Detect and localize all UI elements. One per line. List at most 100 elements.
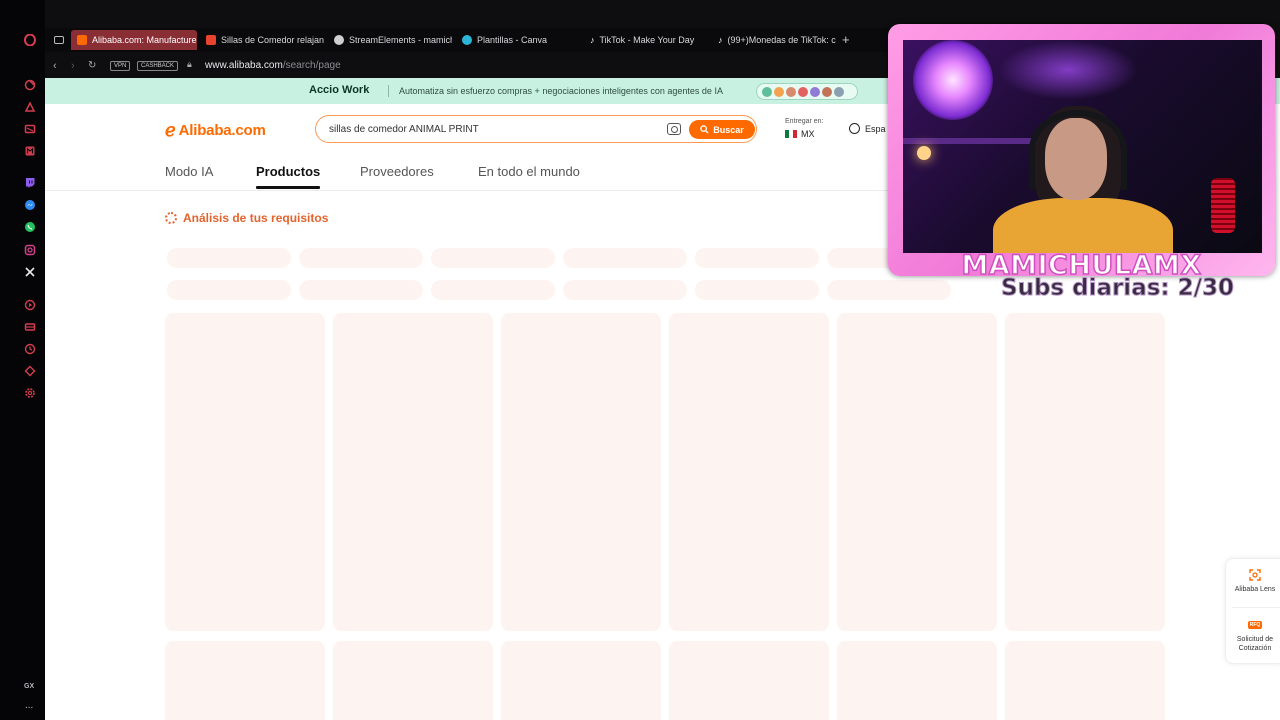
agent-avatar-icon <box>810 86 820 97</box>
microphone-decor <box>1211 178 1235 233</box>
tab-label: (99+)Monedas de TikTok: c <box>727 35 836 45</box>
instagram-icon[interactable] <box>23 243 37 257</box>
tab-label: Sillas de Comedor relajante <box>221 35 324 45</box>
agent-avatars[interactable] <box>756 83 858 100</box>
tab-proveedores[interactable]: Proveedores <box>360 164 434 179</box>
alibaba-favicon-icon <box>77 35 87 45</box>
player-play-icon[interactable] <box>23 298 37 312</box>
tab-tiktok[interactable]: ♪ TikTok - Make Your Day <box>584 30 708 50</box>
forward-icon[interactable]: › <box>71 60 75 72</box>
lamp-decor <box>917 146 931 160</box>
new-tab-button[interactable]: + <box>842 32 850 47</box>
back-icon[interactable]: ‹ <box>53 60 57 72</box>
analysis-label: Análisis de tus requisitos <box>183 211 329 225</box>
lens-icon <box>1249 569 1261 581</box>
x-icon[interactable] <box>23 265 37 279</box>
skeleton-chip <box>431 280 555 300</box>
lock-icon[interactable]: 🔒︎ <box>187 59 192 70</box>
tab-label: TikTok - Make Your Day <box>599 35 695 45</box>
logo-text: Alibaba.com <box>178 122 266 139</box>
streamer-body <box>993 198 1173 253</box>
rail-divider <box>1232 607 1280 608</box>
wallet-icon[interactable] <box>23 122 37 136</box>
tabs-icon[interactable] <box>23 320 37 334</box>
messenger-icon[interactable] <box>23 198 37 212</box>
skeleton-product-card <box>333 641 493 720</box>
vpn-badge[interactable]: VPN <box>110 61 131 71</box>
whatsapp-icon[interactable] <box>23 220 37 234</box>
screen: GX ... Alibaba.com: Manufacturer Sillas … <box>0 0 1280 720</box>
search-box[interactable]: sillas de comedor ANIMAL PRINT Buscar <box>315 115 757 143</box>
floating-actions: Alibaba Lens RFQ Solicitud de Cotización <box>1225 558 1280 664</box>
canva-favicon-icon <box>462 35 472 45</box>
skeleton-chip <box>695 280 819 300</box>
rfq-label: Solicitud de Cotización <box>1236 636 1274 652</box>
tab-tiktok-coins[interactable]: ♪ (99+)Monedas de TikTok: c <box>712 30 836 50</box>
shop-favicon-icon <box>206 35 216 45</box>
deliver-label: Entregar en: <box>785 118 824 125</box>
tab-strip: Alibaba.com: Manufacturer Sillas de Come… <box>45 28 905 52</box>
twitch-icon[interactable] <box>23 176 37 190</box>
search-input[interactable]: sillas de comedor ANIMAL PRINT <box>329 124 479 135</box>
neon-light-decor <box>913 40 993 120</box>
aria-icon[interactable] <box>23 78 37 92</box>
tab-streamelements[interactable]: StreamElements - mamich <box>328 30 452 50</box>
tab-alibaba[interactable]: Alibaba.com: Manufacturer <box>71 30 197 50</box>
sidebar-more-icon[interactable]: ... <box>25 700 33 711</box>
skeleton-product-card <box>333 313 493 631</box>
settings-gear-icon[interactable] <box>23 386 37 400</box>
agent-avatar-icon <box>798 86 808 97</box>
history-icon[interactable] <box>23 342 37 356</box>
skeleton-product-card <box>837 641 997 720</box>
search-icon <box>700 125 709 134</box>
streamelements-favicon-icon <box>334 35 344 45</box>
gx-label[interactable]: GX <box>24 683 34 690</box>
webcam-video <box>903 40 1262 253</box>
extensions-icon[interactable] <box>23 364 37 378</box>
tab-label: Plantillas - Canva <box>477 35 548 45</box>
url-field[interactable]: www.alibaba.com/search/page <box>205 60 341 71</box>
agent-avatar-icon <box>762 86 772 97</box>
tab-label: StreamElements - mamich <box>349 35 452 45</box>
tab-canva[interactable]: Plantillas - Canva <box>456 30 580 50</box>
tab-sillas[interactable]: Sillas de Comedor relajante <box>200 30 324 50</box>
deliver-country-selector[interactable]: MX <box>785 129 815 139</box>
player-icon[interactable] <box>23 100 37 114</box>
rfq-badge: RFQ <box>1247 621 1263 629</box>
rfq-button[interactable]: RFQ Solicitud de Cotización <box>1226 619 1280 653</box>
tab-productos[interactable]: Productos <box>256 164 320 179</box>
headset-decor <box>1029 110 1127 190</box>
purple-glow-decor <box>998 40 1138 100</box>
webcam-overlay: MAMICHULAMX <box>888 24 1275 282</box>
skeleton-product-card <box>669 313 829 631</box>
mexico-flag-icon <box>785 130 797 138</box>
image-search-camera-icon[interactable] <box>667 123 681 135</box>
skeleton-product-card <box>501 313 661 631</box>
active-tab-indicator <box>256 186 320 189</box>
reload-icon[interactable]: ↻ <box>88 60 96 71</box>
agent-avatar-icon <box>822 86 832 97</box>
nav-divider <box>45 190 895 191</box>
search-button[interactable]: Buscar <box>689 120 755 139</box>
agent-avatar-icon <box>774 86 784 97</box>
skeleton-product-card <box>837 313 997 631</box>
banner-divider <box>388 85 389 97</box>
tab-en-todo-el-mundo[interactable]: En todo el mundo <box>478 164 580 179</box>
skeleton-chip <box>167 248 291 268</box>
skeleton-chip <box>695 248 819 268</box>
cashback-badge[interactable]: CASHBACK <box>137 61 179 71</box>
alibaba-logo[interactable]: ℯ Alibaba.com <box>165 120 266 141</box>
subs-counter: Subs diarias: 2/30 <box>1000 275 1235 302</box>
language-selector[interactable]: Espa <box>849 123 886 134</box>
opera-logo-icon[interactable] <box>23 33 37 47</box>
alibaba-lens-button[interactable]: Alibaba Lens <box>1226 569 1280 594</box>
country-code: MX <box>801 129 815 139</box>
tab-modo-ia[interactable]: Modo IA <box>165 164 213 179</box>
skeleton-product-card <box>1005 641 1165 720</box>
gmail-icon[interactable] <box>23 144 37 158</box>
language-label: Espa <box>865 123 886 134</box>
accio-title: Accio Work <box>309 84 370 96</box>
tab-menu-icon[interactable] <box>54 36 64 44</box>
tiktok-favicon-icon: ♪ <box>718 35 723 45</box>
tiktok-favicon-icon: ♪ <box>590 35 595 45</box>
